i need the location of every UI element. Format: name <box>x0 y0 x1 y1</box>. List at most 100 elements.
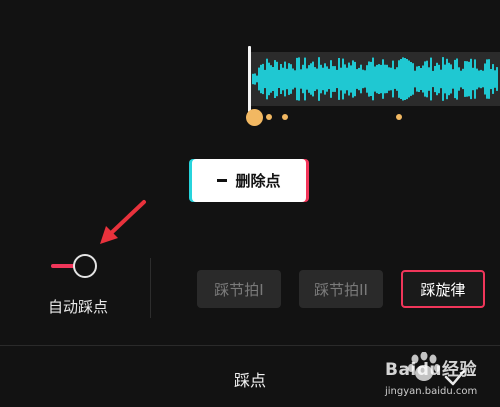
waveform-bar <box>404 58 406 100</box>
waveform-bar <box>450 64 452 94</box>
red-arrow-icon <box>100 200 146 244</box>
waveform-bar <box>392 60 394 98</box>
waveform-bar <box>286 68 288 90</box>
melody-mode-button[interactable]: 踩旋律 <box>401 270 485 308</box>
waveform-bar <box>290 64 292 94</box>
waveform-bar <box>346 67 348 91</box>
waveform-bar <box>318 57 320 101</box>
waveform-bar <box>256 75 258 83</box>
waveform-bar <box>258 67 260 91</box>
waveform-bar <box>454 59 456 99</box>
waveform-bar <box>324 63 326 95</box>
waveform-bar <box>490 69 492 90</box>
waveform-bar <box>494 70 496 88</box>
waveform-bar <box>356 69 358 89</box>
auto-beat-toggle[interactable] <box>73 254 97 278</box>
waveform-bar <box>486 59 488 99</box>
minus-icon <box>217 179 228 182</box>
auto-beat-label: 自动踩点 <box>47 298 108 316</box>
waveform-bar <box>300 69 302 89</box>
waveform-bar <box>472 67 474 91</box>
waveform-bar <box>410 62 412 96</box>
waveform-bar <box>348 62 350 96</box>
waveform-bar <box>438 64 440 94</box>
waveform-bar <box>430 57 432 101</box>
waveform-bar <box>458 67 460 91</box>
beat-point[interactable] <box>266 114 272 120</box>
waveform-bar <box>402 57 404 101</box>
waveform-bar <box>408 60 410 98</box>
waveform-bar <box>470 58 472 100</box>
waveform-bar <box>398 60 400 98</box>
waveform-bar <box>488 59 490 99</box>
waveform-bar <box>260 64 262 94</box>
waveform-bar <box>484 63 486 95</box>
waveform-bar <box>382 59 384 99</box>
waveform-bar <box>264 69 266 89</box>
audio-waveform-track[interactable] <box>250 52 500 106</box>
waveform-bar <box>376 64 378 94</box>
waveform-bar <box>394 69 396 89</box>
waveform-bar <box>254 73 256 85</box>
delete-point-button[interactable]: 删除点 <box>192 159 306 202</box>
waveform-bar <box>442 57 444 101</box>
panel-title: 踩点 <box>233 371 266 390</box>
beat-point[interactable] <box>282 114 288 120</box>
waveform-bar <box>274 60 276 98</box>
waveform-bar <box>474 59 476 99</box>
waveform-bar <box>314 67 316 91</box>
waveform-bar <box>342 58 344 100</box>
waveform-bar <box>360 64 362 94</box>
waveform-bar <box>414 70 416 88</box>
waveform-bar <box>280 64 282 94</box>
waveform-bar <box>460 70 462 88</box>
waveform-bar <box>278 69 280 88</box>
waveform-bar <box>478 70 480 88</box>
waveform-bar <box>466 61 468 97</box>
waveform-bar <box>448 62 450 96</box>
waveform-bar <box>306 68 308 90</box>
waveform-bar <box>268 62 270 96</box>
waveform-bar <box>424 61 426 97</box>
waveform-bar <box>362 69 364 89</box>
waveform-bar <box>492 64 494 94</box>
waveform-bar <box>282 67 284 91</box>
waveform-bar <box>266 58 268 100</box>
waveform-bar <box>482 70 484 88</box>
waveform-bar <box>446 58 448 100</box>
waveform-bar <box>372 57 374 101</box>
waveform-bar <box>310 63 312 95</box>
waveform-bar <box>302 64 304 94</box>
waveform-bar <box>320 64 322 94</box>
waveform-bar <box>418 66 420 92</box>
waveform-bar <box>262 63 264 95</box>
divider <box>150 258 151 318</box>
waveform-bar <box>312 61 314 97</box>
waveform-bar <box>452 69 454 89</box>
beat-mode-2-button[interactable]: 踩节拍II <box>299 270 383 308</box>
waveform-bar <box>456 58 458 100</box>
waveform-bar <box>316 68 318 90</box>
waveform-bar <box>354 61 356 97</box>
waveform-bar <box>326 66 328 92</box>
beat-point-current[interactable] <box>246 109 263 126</box>
waveform-bar <box>496 67 498 91</box>
waveform-bar <box>292 68 294 90</box>
waveform-graphic <box>252 57 498 101</box>
waveform-bar <box>468 61 470 97</box>
beat-mode-1-button[interactable]: 踩节拍I <box>197 270 281 308</box>
waveform-bar <box>276 61 278 97</box>
beat-point[interactable] <box>396 114 402 120</box>
waveform-bar <box>388 67 390 91</box>
waveform-bar <box>386 64 388 94</box>
waveform-bar <box>332 66 334 92</box>
waveform-bar <box>432 70 434 88</box>
waveform-bar <box>406 59 408 100</box>
delete-point-label: 删除点 <box>235 172 281 190</box>
waveform-bar <box>412 63 414 95</box>
waveform-bar <box>434 66 436 93</box>
waveform-bar <box>444 64 446 94</box>
waveform-bar <box>416 66 418 92</box>
waveform-bar <box>436 62 438 96</box>
waveform-bar <box>368 61 370 97</box>
